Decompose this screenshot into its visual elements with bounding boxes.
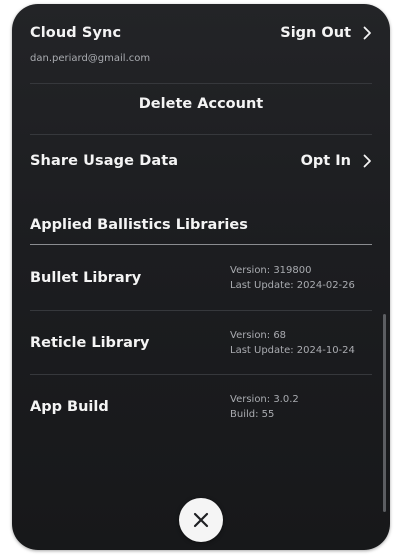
library-name: App Build [30,399,109,415]
app-build-number: Build: 55 [230,409,275,420]
library-version: Version: 319800 [230,265,312,276]
opt-in-label: Opt In [300,153,351,169]
library-name: Bullet Library [30,270,142,286]
libraries-section-title: Applied Ballistics Libraries [30,217,248,233]
section-divider [30,244,372,245]
list-item-reticle-library[interactable]: Reticle Library Version: 68 Last Update:… [30,311,372,375]
scrollbar[interactable] [383,314,386,512]
share-usage-row: Share Usage Data Opt In [30,150,372,172]
sign-out-button[interactable]: Sign Out [280,25,372,41]
app-version: Version: 3.0.2 [230,394,299,405]
library-name: Reticle Library [30,335,150,351]
cloud-sync-row: Cloud Sync Sign Out [30,22,372,44]
share-usage-label: Share Usage Data [30,153,179,169]
library-version: Version: 68 [230,330,287,341]
library-meta: Version: 3.0.2 Build: 55 [230,392,372,422]
divider [30,134,372,135]
library-meta: Version: 68 Last Update: 2024-10-24 [230,328,372,358]
library-meta: Version: 319800 Last Update: 2024-02-26 [230,263,372,293]
close-icon [193,512,209,528]
close-button[interactable] [179,498,223,542]
divider [30,83,372,84]
delete-account-button[interactable]: Delete Account [12,96,390,112]
library-last-update: Last Update: 2024-02-26 [230,280,355,291]
list-item-app-build: App Build Version: 3.0.2 Build: 55 [30,375,372,439]
settings-panel: Cloud Sync Sign Out dan.periard@gmail.co… [12,4,390,550]
library-last-update: Last Update: 2024-10-24 [230,345,355,356]
account-email: dan.periard@gmail.com [30,53,151,64]
cloud-sync-label: Cloud Sync [30,25,122,41]
chevron-right-icon [363,154,371,168]
chevron-right-icon [363,26,371,40]
sign-out-label: Sign Out [280,25,351,41]
opt-in-button[interactable]: Opt In [301,153,372,169]
list-item-bullet-library[interactable]: Bullet Library Version: 319800 Last Upda… [30,246,372,310]
